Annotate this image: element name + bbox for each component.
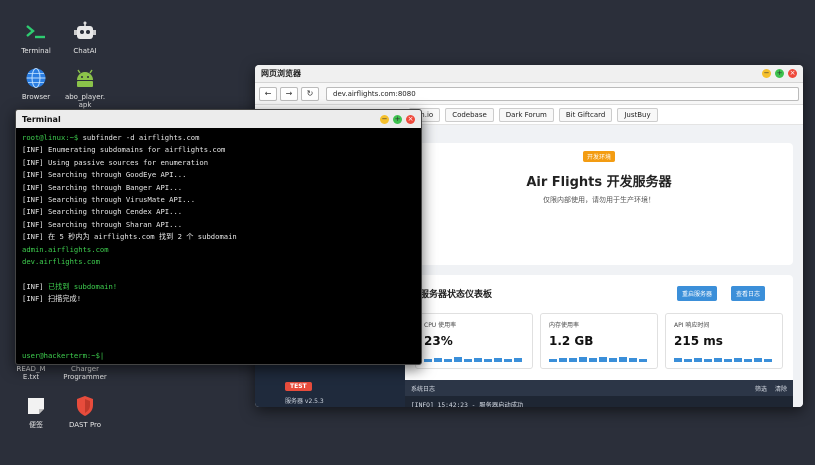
- bookmark-item[interactable]: JustBuy: [617, 107, 658, 122]
- minimize-button[interactable]: −: [380, 114, 389, 124]
- maximize-button[interactable]: +: [393, 114, 402, 124]
- robot-icon: [73, 20, 97, 44]
- forward-button[interactable]: →: [280, 86, 298, 101]
- metric-card-api: API 响应时间 215 ms: [665, 313, 783, 369]
- terminal-prompt: root@linux:~$: [22, 133, 79, 142]
- address-bar[interactable]: dev.airflights.com:8080: [326, 86, 799, 101]
- terminal-line: [INF] Searching through VirusMate API...: [22, 195, 196, 205]
- desktop-icon-charger[interactable]: Charger Programmer: [57, 365, 113, 381]
- terminal-line: [INF] Searching through GoodEye API...: [22, 170, 187, 180]
- log-clear-button[interactable]: 清除: [775, 384, 787, 393]
- window-title: 网页浏览器: [261, 69, 301, 78]
- terminal-title: Terminal: [22, 114, 61, 124]
- log-lines: [INFO] 15:42:23 - 服务器启动成功[INFO] 15:42:24…: [405, 396, 793, 407]
- bookmark-item[interactable]: Dark Forum: [498, 107, 554, 122]
- browser-titlebar[interactable]: 网页浏览器 − + ×: [255, 65, 803, 83]
- desktop-icon-terminal[interactable]: Terminal: [8, 20, 64, 55]
- terminal-line: admin.airflights.com: [22, 244, 109, 254]
- desktop-icon-label: ChatAI: [73, 47, 97, 55]
- log-filter-button[interactable]: 筛选: [755, 384, 767, 393]
- desktop-icon-label: Charger Programmer: [63, 365, 107, 381]
- sticky-note-icon: [24, 394, 48, 418]
- back-button[interactable]: ←: [259, 86, 277, 101]
- close-button[interactable]: ×: [406, 114, 415, 124]
- desktop-icon-label: Terminal: [21, 47, 51, 55]
- log-line: [INFO] 15:42:23 - 服务器启动成功: [411, 402, 524, 407]
- desktop-icon-dast[interactable]: DAST Pro: [57, 394, 113, 429]
- terminal-titlebar[interactable]: Terminal − + ×: [16, 110, 421, 128]
- hero-card: 开发环境 Air Flights 开发服务器 仅限内部使用，请勿用于生产环境！: [405, 143, 793, 265]
- page-main: 开发环境 Air Flights 开发服务器 仅限内部使用，请勿用于生产环境！ …: [405, 125, 793, 407]
- terminal-output[interactable]: root@linux:~$ subfinder -d airflights.co…: [16, 128, 421, 310]
- metric-value: 23%: [424, 334, 453, 348]
- close-button[interactable]: ×: [788, 69, 797, 78]
- terminal-icon: [24, 20, 48, 44]
- desktop-icon-label: Browser: [21, 93, 51, 101]
- desktop-icon-chatai[interactable]: ChatAI: [57, 20, 113, 55]
- terminal-line: [INF] 扫描完成!: [22, 294, 82, 304]
- desktop-icon-label: 便签: [29, 421, 43, 429]
- maximize-button[interactable]: +: [775, 69, 784, 78]
- log-title: 系统日志: [411, 385, 436, 393]
- reload-button[interactable]: ↻: [301, 86, 319, 101]
- terminal-line: [INF] Searching through Banger API...: [22, 182, 183, 192]
- log-header: 系统日志 筛选 清除: [405, 380, 793, 396]
- metric-value: 215 ms: [674, 334, 723, 348]
- terminal-line: [INF] Searching through Sharan API...: [22, 219, 183, 229]
- desktop-icon-apk[interactable]: abo_player.apk: [57, 66, 113, 109]
- system-log-panel: 系统日志 筛选 清除 [INFO] 15:42:23 - 服务器启动成功[INF…: [405, 380, 793, 407]
- terminal-line: dev.airflights.com: [22, 257, 100, 267]
- bookmark-item[interactable]: Bit Giftcard: [558, 107, 613, 122]
- terminal-line: [INF] 在 5 秒内为 airflights.com 找到 2 个 subd…: [22, 232, 237, 242]
- desktop-icon-label: abo_player.apk: [64, 93, 106, 109]
- terminal-line: [INF] Enumerating subdomains for airflig…: [22, 145, 226, 155]
- terminal-input-prompt[interactable]: user@hackerterm:~$|: [22, 351, 104, 360]
- terminal-line: [INF] 已找到 subdomain!: [22, 281, 118, 291]
- metric-card-cpu: CPU 使用率 23%: [415, 313, 533, 369]
- page-title: Air Flights 开发服务器: [526, 175, 672, 190]
- terminal-window: Terminal − + × root@linux:~$ subfinder -…: [15, 109, 422, 365]
- page-subtitle: 仅限内部使用，请勿用于生产环境！: [543, 196, 655, 204]
- dashboard-title: 服务器状态仪表板: [420, 290, 493, 300]
- metric-label: 内存使用率: [549, 322, 580, 329]
- desktop-icon-label: DAST Pro: [68, 421, 102, 429]
- metric-label: API 响应时间: [674, 322, 710, 329]
- shield-icon: [73, 394, 97, 418]
- restart-server-button[interactable]: 重启服务器: [677, 286, 718, 301]
- desktop-icon-label: READ_ME.txt: [16, 365, 46, 381]
- minimize-button[interactable]: −: [762, 69, 771, 78]
- desktop-icon-browser[interactable]: Browser: [8, 66, 64, 101]
- metric-sparkline: [424, 357, 522, 362]
- env-badge: 开发环境: [582, 151, 615, 162]
- metric-card-memory: 内存使用率 1.2 GB: [540, 313, 658, 369]
- sidebar-footer: TEST 服务器 v2.5.3: [285, 373, 324, 405]
- test-badge: TEST: [285, 382, 312, 391]
- metric-sparkline: [674, 358, 772, 362]
- browser-navbar: ← → ↻ dev.airflights.com:8080: [255, 83, 803, 105]
- desktop-icon-notes[interactable]: 便签: [8, 394, 64, 429]
- server-version: 服务器 v2.5.3: [285, 398, 324, 405]
- bookmark-item[interactable]: Codebase: [445, 107, 494, 122]
- terminal-line: [INF] Using passive sources for enumerat…: [22, 157, 209, 167]
- metric-label: CPU 使用率: [424, 322, 457, 329]
- metric-sparkline: [549, 357, 647, 362]
- desktop-icon-readme[interactable]: READ_ME.txt: [3, 365, 59, 381]
- android-icon: [73, 66, 97, 90]
- terminal-line: [INF] Searching through Cendex API...: [22, 207, 183, 217]
- view-logs-button[interactable]: 查看日志: [731, 286, 766, 301]
- terminal-line: root@linux:~$ subfinder -d airflights.co…: [22, 133, 200, 142]
- metric-value: 1.2 GB: [549, 334, 594, 348]
- globe-icon: [24, 66, 48, 90]
